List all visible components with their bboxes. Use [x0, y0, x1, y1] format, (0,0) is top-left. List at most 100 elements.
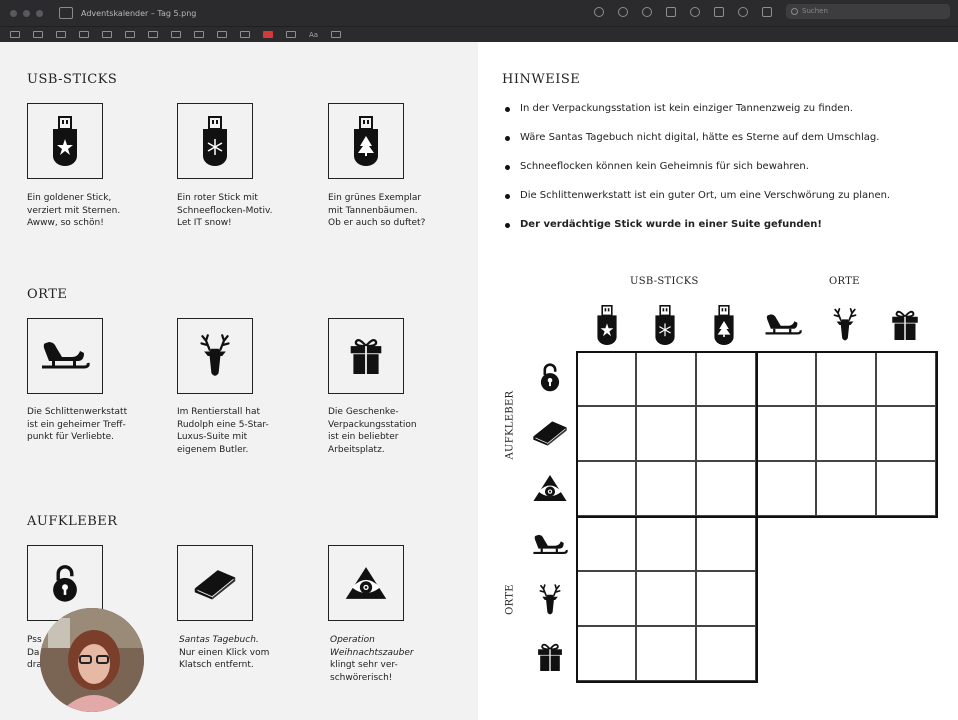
usb-tree-icon	[351, 116, 381, 166]
grid-cell[interactable]	[696, 406, 756, 461]
minimize-window-button[interactable]	[23, 9, 30, 17]
border-color-icon[interactable]	[263, 31, 273, 38]
sign-tool-icon[interactable]	[148, 31, 158, 38]
text-style-button[interactable]: Aa	[309, 31, 318, 39]
grid-cell[interactable]	[636, 461, 696, 516]
info-icon[interactable]	[594, 6, 604, 17]
window-controls[interactable]	[10, 9, 43, 17]
grid-cell[interactable]	[756, 351, 816, 406]
form-fill-icon[interactable]	[762, 6, 772, 17]
grid-cell[interactable]	[576, 351, 636, 406]
sleigh-icon	[764, 311, 802, 339]
reindeer-icon	[537, 582, 563, 618]
caption-line: Die Schlittenwerkstatt	[27, 407, 128, 417]
draw-tool-icon[interactable]	[79, 31, 89, 38]
grid-cell[interactable]	[636, 626, 696, 681]
eye-pyramid-icon	[344, 565, 388, 601]
rotate-icon[interactable]	[714, 6, 724, 17]
caption-line: Arbeitsplatz.	[328, 444, 385, 455]
zoom-out-icon[interactable]	[618, 6, 628, 17]
grid-cell[interactable]	[636, 351, 696, 406]
grid-cell[interactable]	[756, 406, 816, 461]
caption-line: Operation	[330, 635, 375, 645]
markup-pen-icon[interactable]	[690, 6, 700, 17]
caption-line: Ein grünes Exemplar	[328, 193, 422, 203]
zoom-in-icon[interactable]	[642, 6, 652, 17]
hints-list: In der Verpackungsstation ist kein einzi…	[502, 102, 942, 247]
usb-tree-card	[328, 103, 404, 179]
webcam-overlay	[40, 608, 144, 712]
sidebar-toggle-icon[interactable]	[59, 7, 73, 19]
fill-color-icon[interactable]	[286, 31, 296, 38]
hints-heading: HINWEISE	[502, 72, 581, 87]
annotation-icon[interactable]	[331, 31, 342, 38]
grid-row-eye-pyramid	[530, 465, 570, 511]
reindeer-icon	[831, 306, 859, 344]
sketch-tool-icon[interactable]	[56, 31, 66, 38]
grid-cell[interactable]	[876, 461, 936, 516]
reindeer-card	[177, 318, 253, 394]
crop-icon[interactable]	[217, 31, 227, 38]
caption-line: Santas Tagebuch.	[179, 635, 259, 645]
section-heading-orte: ORTE	[27, 287, 68, 302]
zoom-window-button[interactable]	[36, 9, 43, 17]
gift-icon	[348, 337, 384, 375]
adjust-color-icon[interactable]	[194, 31, 204, 38]
usb-snowflake-caption: Ein roter Stick mit Schneeflocken-Motiv.…	[177, 192, 297, 230]
eye-pyramid-card	[328, 545, 404, 621]
grid-cell[interactable]	[576, 461, 636, 516]
grid-col-group-orte: ORTE	[829, 276, 860, 287]
section-heading-usb: USB-STICKS	[27, 72, 118, 87]
shapes-tool-icon[interactable]	[102, 31, 112, 38]
grid-cell[interactable]	[576, 516, 636, 571]
grid-cell[interactable]	[876, 351, 936, 406]
grid-cell[interactable]	[816, 461, 876, 516]
close-window-button[interactable]	[10, 9, 17, 17]
grid-divider	[936, 351, 938, 518]
usb-tree-icon	[712, 305, 736, 345]
grid-cell[interactable]	[696, 461, 756, 516]
caption-line: Ob er auch so duftet?	[328, 218, 426, 228]
sleigh-icon	[532, 532, 568, 558]
grid-cell[interactable]	[816, 351, 876, 406]
caption-line: mit Tannenbäumen.	[328, 205, 418, 216]
selection-tool-icon[interactable]	[10, 31, 20, 38]
grid-cell[interactable]	[816, 406, 876, 461]
shape-style-icon[interactable]	[240, 31, 250, 38]
reindeer-caption: Im Rentierstall hat Rudolph eine 5-Star-…	[177, 406, 297, 456]
grid-cell[interactable]	[696, 516, 756, 571]
note-tool-icon[interactable]	[171, 31, 181, 38]
grid-cell[interactable]	[696, 626, 756, 681]
book-icon	[192, 566, 238, 600]
grid-cell[interactable]	[756, 461, 816, 516]
grid-cell[interactable]	[576, 406, 636, 461]
grid-cell[interactable]	[576, 571, 636, 626]
caption-line: Verpackungsstation	[328, 419, 417, 430]
grid-cell[interactable]	[876, 406, 936, 461]
share-icon[interactable]	[666, 6, 676, 17]
caption-line: schwörerisch!	[330, 672, 393, 683]
presenter-video	[40, 608, 144, 712]
document-view: USB-STICKS ORTE AUFKLEBER Ein goldener S…	[0, 42, 958, 720]
eye-pyramid-icon	[532, 473, 568, 503]
caption-line: Im Rentierstall hat	[177, 407, 260, 417]
caption-line: punkt für Verliebte.	[27, 432, 115, 442]
grid-cell[interactable]	[636, 571, 696, 626]
sleigh-caption: Die Schlittenwerkstatt ist ein geheimer …	[27, 406, 147, 444]
grid-col-group-usb: USB-STICKS	[630, 276, 699, 287]
caption-line: ist ein geheimer Treff-	[27, 419, 126, 430]
hint-item: Die Schlittenwerkstatt ist ein guter Ort…	[502, 189, 942, 218]
book-card	[177, 545, 253, 621]
caption-line: Ein goldener Stick,	[27, 193, 112, 203]
grid-cell[interactable]	[636, 406, 696, 461]
markup-icon[interactable]	[738, 6, 748, 17]
grid-cell[interactable]	[576, 626, 636, 681]
caption-line: Ein roter Stick mit	[177, 193, 258, 203]
grid-cell[interactable]	[696, 571, 756, 626]
text-tool-icon[interactable]	[125, 31, 135, 38]
grid-cell[interactable]	[696, 351, 756, 406]
grid-cell[interactable]	[636, 516, 696, 571]
search-input[interactable]: Suchen	[786, 4, 950, 19]
instant-alpha-icon[interactable]	[33, 31, 43, 38]
usb-star-icon	[50, 116, 80, 166]
